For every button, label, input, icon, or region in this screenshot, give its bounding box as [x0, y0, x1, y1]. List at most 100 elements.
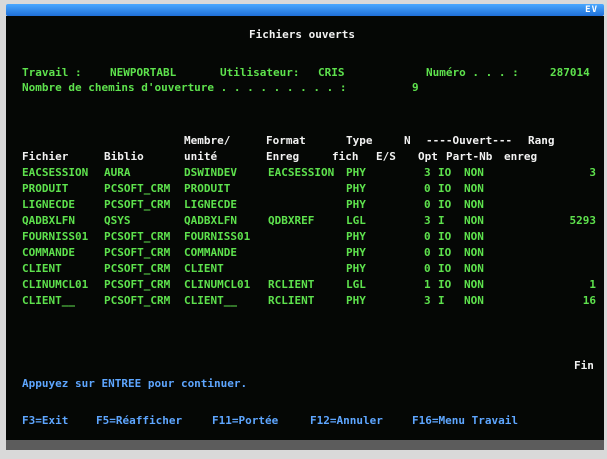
row-fichier[interactable]: FOURNISS01: [22, 230, 88, 244]
row-format: RCLIENT: [268, 278, 315, 291]
row-format: QDBXREF: [268, 214, 315, 227]
row-fichier[interactable]: CLIENT__: [22, 294, 75, 308]
row-membre: CLINUMCL01: [184, 278, 251, 291]
row-part: NON: [464, 262, 484, 275]
f16-job-menu-key[interactable]: F16=Menu Travail: [412, 414, 518, 428]
row-fichier[interactable]: CLINUMCL01: [22, 278, 88, 292]
terminal-screen[interactable]: Fichiers ouverts Travail : NEWPORTABL Ut…: [6, 16, 604, 440]
row-rang: 5293: [569, 214, 597, 227]
row-ouvert: I: [438, 294, 445, 307]
row-rang: 3: [589, 166, 596, 179]
row-opt: 3: [424, 214, 431, 227]
row-opt: 0: [424, 182, 431, 195]
row-part: NON: [464, 166, 484, 179]
row-type: PHY: [346, 262, 366, 275]
row-opt: 3: [424, 294, 431, 307]
row-type: PHY: [346, 182, 366, 195]
row-fichier[interactable]: COMMANDE: [22, 246, 75, 260]
col-header-enreg: Enreg: [266, 150, 300, 163]
numero-label: Numéro . . . :: [426, 66, 519, 79]
col-header-unite: unité: [184, 150, 218, 163]
col-header-rang: Rang: [528, 134, 555, 147]
row-membre: FOURNISS01: [184, 230, 251, 243]
f3-exit-key[interactable]: F3=Exit: [22, 414, 68, 428]
row-membre: CLIENT: [184, 262, 224, 275]
row-membre: PRODUIT: [184, 182, 231, 195]
row-ouvert: IO: [438, 230, 452, 243]
row-ouvert: IO: [438, 182, 452, 195]
row-fichier[interactable]: EACSESSION: [22, 166, 88, 180]
utilisateur-value: CRIS: [318, 66, 345, 79]
row-biblio: PCSOFT_CRM: [104, 230, 171, 243]
row-opt: 0: [424, 246, 431, 259]
col-header-type: Type: [346, 134, 373, 147]
row-type: LGL: [346, 278, 366, 291]
col-header-enreg-rang: enreg: [504, 150, 538, 163]
col-header-partnb: Part-Nb: [446, 150, 493, 163]
chemins-label: Nombre de chemins d'ouverture . . . . . …: [22, 81, 347, 94]
chemins-value: 9: [412, 81, 419, 94]
row-format: EACSESSION: [268, 166, 335, 179]
travail-label: Travail :: [22, 66, 82, 79]
row-biblio: PCSOFT_CRM: [104, 182, 171, 195]
row-fichier[interactable]: QADBXLFN: [22, 214, 75, 228]
row-fichier[interactable]: CLIENT: [22, 262, 62, 276]
row-fichier[interactable]: LIGNECDE: [22, 198, 75, 212]
col-header-es: E/S: [376, 150, 396, 163]
numero-value: 287014: [550, 66, 590, 79]
row-part: NON: [464, 230, 484, 243]
utilisateur-label: Utilisateur:: [220, 66, 300, 79]
page-title: Fichiers ouverts: [249, 28, 355, 41]
row-membre: COMMANDE: [184, 246, 237, 259]
row-format: RCLIENT: [268, 294, 315, 307]
row-membre: DSWINDEV: [184, 166, 237, 179]
col-header-membre: Membre/: [184, 134, 231, 147]
f11-scope-key[interactable]: F11=Portée: [212, 414, 278, 428]
row-biblio: PCSOFT_CRM: [104, 262, 171, 275]
row-opt: 3: [424, 166, 431, 179]
row-type: LGL: [346, 214, 366, 227]
f12-cancel-key[interactable]: F12=Annuler: [310, 414, 383, 428]
row-part: NON: [464, 198, 484, 211]
row-part: NON: [464, 214, 484, 227]
window-title-bar: EV: [6, 4, 604, 16]
col-header-ouvert: ----Ouvert---: [426, 134, 513, 147]
row-biblio: PCSOFT_CRM: [104, 294, 171, 307]
f5-refresh-key[interactable]: F5=Réafficher: [96, 414, 182, 428]
row-ouvert: IO: [438, 166, 452, 179]
row-ouvert: IO: [438, 246, 452, 259]
row-membre: CLIENT__: [184, 294, 237, 307]
row-biblio: AURA: [104, 166, 131, 179]
col-header-format: Format: [266, 134, 306, 147]
row-type: PHY: [346, 230, 366, 243]
col-header-fich: fich: [332, 150, 359, 163]
row-part: NON: [464, 182, 484, 195]
row-rang: 1: [589, 278, 596, 291]
row-membre: QADBXLFN: [184, 214, 237, 227]
window-controls[interactable]: EV: [585, 4, 598, 16]
row-rang: 16: [582, 294, 596, 307]
col-header-opt: Opt: [418, 150, 438, 163]
row-fichier[interactable]: PRODUIT: [22, 182, 68, 196]
row-opt: 0: [424, 230, 431, 243]
row-type: PHY: [346, 198, 366, 211]
row-type: PHY: [346, 246, 366, 259]
row-biblio: PCSOFT_CRM: [104, 198, 171, 211]
col-header-biblio: Biblio: [104, 150, 144, 163]
row-part: NON: [464, 278, 484, 291]
col-header-fichier: Fichier: [22, 150, 69, 163]
fin-indicator: Fin: [574, 359, 594, 372]
row-opt: 0: [424, 262, 431, 275]
row-opt: 1: [424, 278, 431, 291]
col-header-n: N: [404, 134, 411, 147]
row-membre: LIGNECDE: [184, 198, 237, 211]
row-type: PHY: [346, 294, 366, 307]
row-biblio: PCSOFT_CRM: [104, 246, 171, 259]
row-ouvert: IO: [438, 198, 452, 211]
continue-message: Appuyez sur ENTREE pour continuer.: [22, 377, 248, 390]
travail-value: NEWPORTABL: [110, 66, 177, 79]
row-ouvert: I: [438, 214, 445, 227]
window-bottom-bar: [6, 440, 604, 450]
row-part: NON: [464, 294, 484, 307]
row-biblio: QSYS: [104, 214, 131, 227]
